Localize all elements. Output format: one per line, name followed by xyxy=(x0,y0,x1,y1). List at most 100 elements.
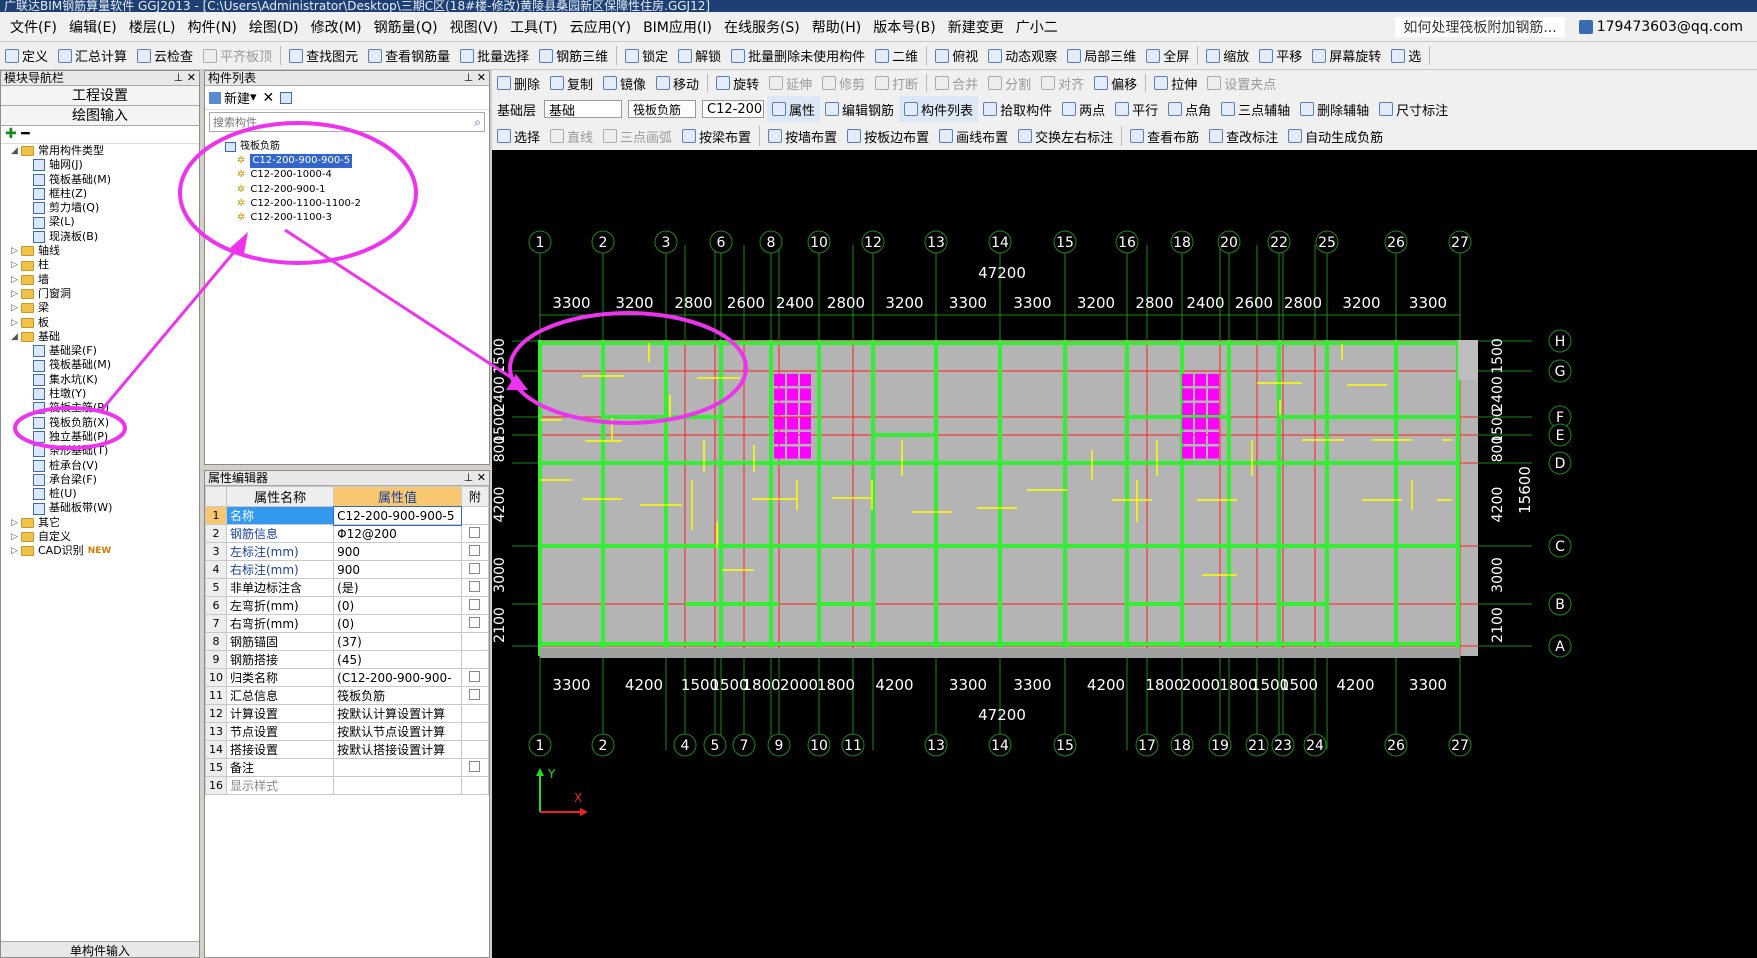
toolbar1-button-15[interactable]: 全屏 xyxy=(1141,42,1194,69)
tb2-button-6[interactable]: 修剪 xyxy=(817,70,870,96)
nav-tree-item-4[interactable]: 剪力墙(Q) xyxy=(3,201,199,215)
stair-opening[interactable] xyxy=(1195,403,1206,415)
menu-item-8[interactable]: 工具(T) xyxy=(504,17,563,37)
stair-opening[interactable] xyxy=(774,417,785,430)
menu-item-4[interactable]: 绘图(D) xyxy=(243,17,305,37)
property-value[interactable]: 按默认搭接设置计算 xyxy=(333,740,462,759)
toolbar1-button-19[interactable]: 选 xyxy=(1386,42,1426,69)
property-row[interactable]: 1 名称 C12-200-900-900-5 xyxy=(205,505,490,526)
menu-item-0[interactable]: 文件(F) xyxy=(4,17,63,37)
stair-opening[interactable] xyxy=(774,403,785,415)
toolbar1-button-14[interactable]: 局部三维 xyxy=(1062,42,1141,69)
stair-opening[interactable] xyxy=(1208,374,1219,386)
nav-tree-item-15[interactable]: 筏板基础(M) xyxy=(3,358,199,372)
toolbar1-button-12[interactable]: 俯视 xyxy=(930,42,983,69)
toolbar1-button-3[interactable]: 平齐板顶 xyxy=(198,42,277,69)
property-row[interactable]: 16 显示样式 xyxy=(205,776,490,795)
pin-close-icon[interactable]: ⊥ ✕ xyxy=(464,471,486,485)
tb3-button-4[interactable]: 两点 xyxy=(1057,96,1110,122)
stair-opening[interactable] xyxy=(1182,432,1193,444)
toolbar1-button-9[interactable]: 解锁 xyxy=(673,42,726,69)
stair-opening[interactable] xyxy=(774,374,785,386)
help-question-link[interactable]: 如何处理筏板附加钢筋... xyxy=(1395,17,1565,37)
stair-opening[interactable] xyxy=(1182,403,1193,415)
nav-tree-item-28[interactable]: ▷ CAD识别 NEW xyxy=(3,544,199,558)
property-value[interactable] xyxy=(333,758,462,777)
nav-tree-item-13[interactable]: ◢ 基础 xyxy=(3,330,199,344)
attach-checkbox[interactable] xyxy=(469,670,481,682)
collapse-icon[interactable]: ◢ xyxy=(11,144,21,158)
stair-opening[interactable] xyxy=(800,374,811,386)
toolbar1-button-8[interactable]: 锁定 xyxy=(620,42,673,69)
menu-item-6[interactable]: 钢筋量(Q) xyxy=(368,17,444,37)
property-value[interactable]: 筏板负筋 xyxy=(333,686,462,705)
component-list-item[interactable]: ✲ C12-200-900-1 xyxy=(225,183,489,197)
nav-tree-item-9[interactable]: ▷ 墙 xyxy=(3,273,199,287)
tb4-button-1[interactable]: 直线 xyxy=(545,122,598,150)
tb2-button-11[interactable]: 偏移 xyxy=(1089,70,1142,96)
attach-checkbox[interactable] xyxy=(469,616,481,628)
toolbar1-button-13[interactable]: 动态观察 xyxy=(983,42,1062,69)
nav-tree-item-11[interactable]: ▷ 梁 xyxy=(3,301,199,315)
nav-tree-item-26[interactable]: ▷ 其它 xyxy=(3,516,199,530)
drawing-input-button[interactable]: 绘图输入 xyxy=(1,106,199,126)
stair-opening[interactable] xyxy=(1195,446,1206,459)
property-row[interactable]: 13 节点设置 按默认节点设置计算 xyxy=(205,722,490,741)
component-list-item[interactable]: ✲ C12-200-1100-1100-2 xyxy=(225,197,489,211)
tb3-button-6[interactable]: 点角 xyxy=(1163,96,1216,122)
property-value[interactable]: C12-200-900-900-5 xyxy=(332,505,463,526)
stair-opening[interactable] xyxy=(800,432,811,444)
nav-tree-item-23[interactable]: 承台梁(F) xyxy=(3,473,199,487)
toolbar1-button-11[interactable]: 二维 xyxy=(870,42,923,69)
stair-opening[interactable] xyxy=(1208,446,1219,459)
property-value[interactable] xyxy=(333,776,462,795)
type-select[interactable]: 筏板负筋 xyxy=(628,100,697,118)
stair-opening[interactable] xyxy=(1208,417,1219,430)
nav-tree-item-24[interactable]: 桩(U) xyxy=(3,487,199,501)
stair-opening[interactable] xyxy=(800,403,811,415)
property-row[interactable]: 5 非单边标注含 (是) xyxy=(205,578,490,597)
nav-tree-item-25[interactable]: 基础板带(W) xyxy=(3,501,199,515)
stair-opening[interactable] xyxy=(1182,446,1193,459)
tb4-button-8[interactable]: 查看布筋 xyxy=(1125,122,1204,150)
stair-opening[interactable] xyxy=(1182,374,1193,386)
expand-icon[interactable]: ▷ xyxy=(11,301,21,315)
property-row[interactable]: 12 计算设置 按默认计算设置计算 xyxy=(205,704,490,723)
property-row[interactable]: 8 钢筋锚固 (37) xyxy=(205,632,490,651)
tb2-button-10[interactable]: 对齐 xyxy=(1036,70,1089,96)
tb3-button-9[interactable]: 尺寸标注 xyxy=(1374,96,1453,122)
toolbar1-button-6[interactable]: 批量选择 xyxy=(455,42,534,69)
new-component-button[interactable]: 新建 ▾ xyxy=(209,88,257,107)
tb2-button-13[interactable]: 设置夹点 xyxy=(1202,70,1281,96)
tb4-button-5[interactable]: 按板边布置 xyxy=(842,122,934,150)
property-value[interactable]: (0) xyxy=(333,614,462,633)
nav-tree-item-19[interactable]: 筏板负筋(X) xyxy=(3,416,199,430)
toolbar1-button-16[interactable]: 缩放 xyxy=(1201,42,1254,69)
menu-item-3[interactable]: 构件(N) xyxy=(182,17,243,37)
stair-opening[interactable] xyxy=(1208,388,1219,401)
property-row[interactable]: 2 钢筋信息 Φ12@200 xyxy=(205,524,490,543)
tb4-button-3[interactable]: 按梁布置 xyxy=(677,122,756,150)
single-component-input-button[interactable]: 单构件输入 xyxy=(1,941,199,958)
component-list-item[interactable]: ✲ C12-200-900-900-5 xyxy=(225,154,489,169)
nav-tree-item-12[interactable]: ▷ 板 xyxy=(3,316,199,330)
stair-opening[interactable] xyxy=(774,432,785,444)
tb2-button-9[interactable]: 分割 xyxy=(983,70,1036,96)
menu-item-15[interactable]: 广小二 xyxy=(1010,17,1064,37)
copy-icon[interactable] xyxy=(280,91,293,104)
toolbar1-button-2[interactable]: 云检查 xyxy=(132,42,198,69)
property-row[interactable]: 14 搭接设置 按默认搭接设置计算 xyxy=(205,740,490,759)
nav-tree-item-8[interactable]: ▷ 柱 xyxy=(3,258,199,272)
nav-tree-item-22[interactable]: 桩承台(V) xyxy=(3,459,199,473)
stair-opening[interactable] xyxy=(1195,388,1206,401)
tb2-button-3[interactable]: 移动 xyxy=(651,70,704,96)
stair-opening[interactable] xyxy=(800,388,811,401)
attach-checkbox[interactable] xyxy=(469,544,481,556)
stair-opening[interactable] xyxy=(787,446,798,459)
stair-opening[interactable] xyxy=(774,446,785,459)
drawing-canvas[interactable]: 1 2 3 6 8 10 12 13 14 15 16 18 20 22 25 26 27 1 2 4 5 7 9 10 11 1… xyxy=(492,150,1757,958)
property-value[interactable]: (45) xyxy=(333,650,462,669)
toolbar1-button-7[interactable]: 钢筋三维 xyxy=(534,42,613,69)
menu-item-11[interactable]: 在线服务(S) xyxy=(718,17,806,37)
property-value[interactable]: (0) xyxy=(333,596,462,615)
